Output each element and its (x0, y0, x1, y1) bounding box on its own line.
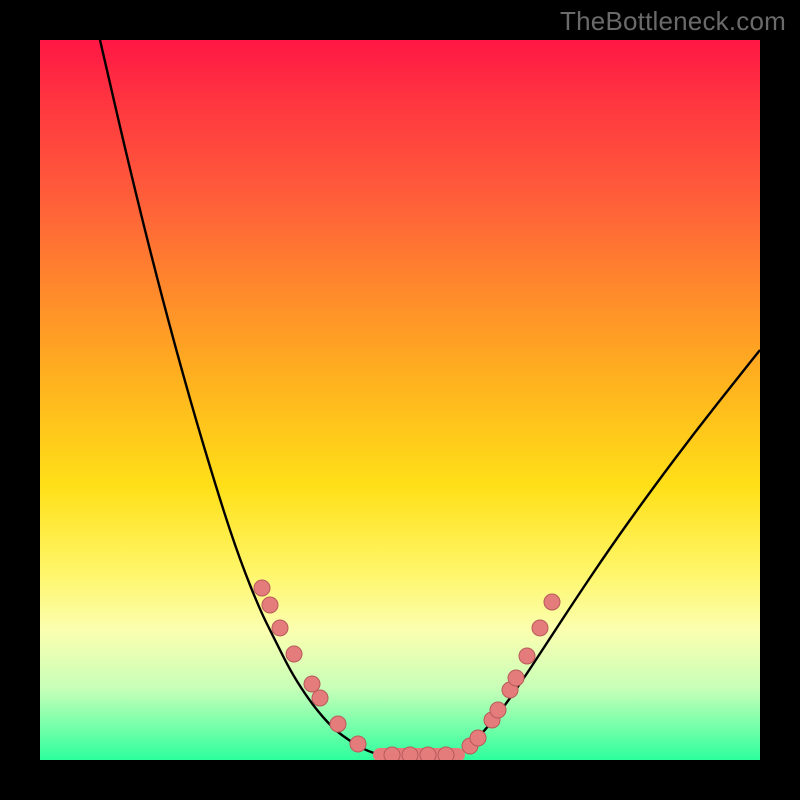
marker-right (532, 620, 548, 636)
plot-area (40, 40, 760, 760)
marker-left (272, 620, 288, 636)
marker-flat (420, 747, 436, 760)
chart-frame: TheBottleneck.com (0, 0, 800, 800)
marker-right (470, 730, 486, 746)
marker-flat (438, 747, 454, 760)
marker-left (312, 690, 328, 706)
marker-left (304, 676, 320, 692)
marker-left (262, 597, 278, 613)
marker-left (254, 580, 270, 596)
marker-left (350, 736, 366, 752)
marker-left (330, 716, 346, 732)
attribution-text: TheBottleneck.com (560, 6, 786, 37)
marker-right (519, 648, 535, 664)
plot-svg (40, 40, 760, 760)
left-curve (100, 40, 380, 755)
marker-right (490, 702, 506, 718)
marker-flat (384, 747, 400, 760)
marker-right (544, 594, 560, 610)
marker-right (508, 670, 524, 686)
marker-flat (402, 747, 418, 760)
marker-left (286, 646, 302, 662)
